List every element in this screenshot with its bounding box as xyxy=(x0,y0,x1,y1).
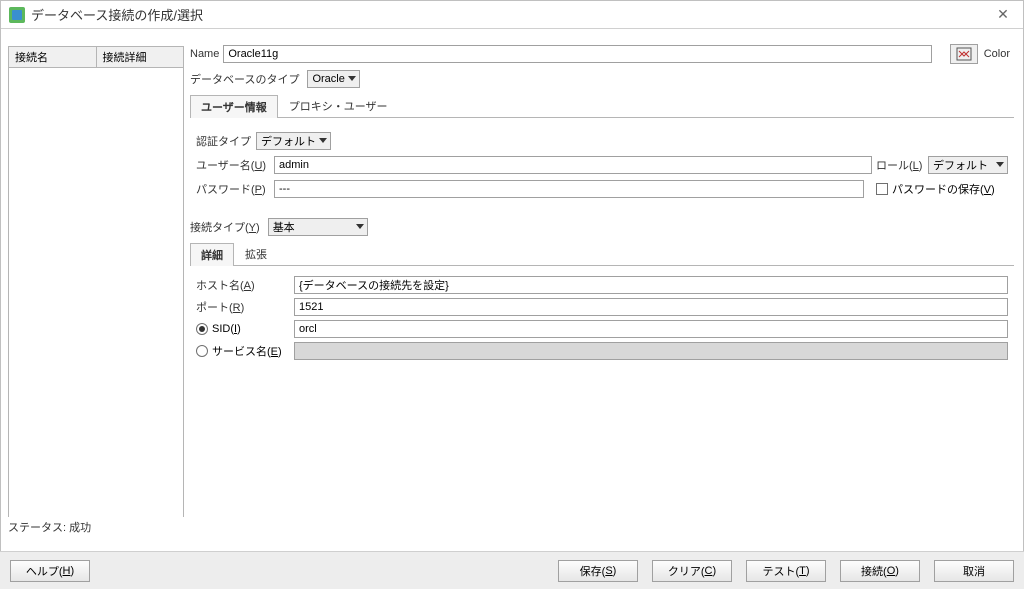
close-icon[interactable]: ✕ xyxy=(991,6,1015,23)
window-title: データベース接続の作成/選択 xyxy=(31,5,991,24)
cancel-button[interactable]: 取消 xyxy=(934,560,1014,582)
chevron-down-icon xyxy=(347,76,357,82)
port-input[interactable] xyxy=(294,298,1008,316)
role-label: ロール(L) xyxy=(876,157,924,173)
conn-type-value: 基本 xyxy=(273,219,297,235)
port-label: ポート(R) xyxy=(196,299,290,315)
dbtype-label: データベースのタイプ xyxy=(190,71,303,87)
auth-row: 認証タイプ デフォルト xyxy=(196,132,1008,150)
save-password-label: パスワードの保存(V) xyxy=(892,181,995,197)
sid-label: SID(I) xyxy=(212,323,241,335)
col-connection-detail[interactable]: 接続詳細 xyxy=(96,47,184,67)
chevron-down-icon xyxy=(995,162,1005,168)
username-label: ユーザー名(U) xyxy=(196,157,270,173)
radio-off-icon xyxy=(196,345,208,357)
name-input[interactable] xyxy=(223,45,931,63)
subtab-detail[interactable]: 詳細 xyxy=(190,243,234,266)
role-value: デフォルト xyxy=(933,157,990,173)
dbtype-select[interactable]: Oracle xyxy=(307,70,359,88)
color-picker-button[interactable] xyxy=(950,44,978,64)
test-button[interactable]: テスト(T) xyxy=(746,560,826,582)
auth-type-label: 認証タイプ xyxy=(196,133,256,149)
tab-proxy-user[interactable]: プロキシ・ユーザー xyxy=(278,94,399,117)
main-tabs: ユーザー情報 プロキシ・ユーザー xyxy=(190,94,1014,118)
sid-radio[interactable]: SID(I) xyxy=(196,323,290,335)
service-label: サービス名(E) xyxy=(212,343,282,359)
conn-type-label: 接続タイプ(Y) xyxy=(190,219,264,235)
chevron-down-icon xyxy=(355,224,365,230)
service-input-disabled xyxy=(294,342,1008,360)
connect-button[interactable]: 接続(O) xyxy=(840,560,920,582)
color-picker-icon xyxy=(956,47,972,61)
clear-button[interactable]: クリア(C) xyxy=(652,560,732,582)
auth-type-select[interactable]: デフォルト xyxy=(256,132,331,150)
user-info-group: 認証タイプ デフォルト ユーザー名(U) ロール(L) デフォルト xyxy=(190,118,1014,204)
password-label: パスワード(P) xyxy=(196,181,270,197)
radio-on-icon xyxy=(196,323,208,335)
save-button[interactable]: 保存(S) xyxy=(558,560,638,582)
title-bar: データベース接続の作成/選択 ✕ xyxy=(1,1,1023,29)
help-button[interactable]: ヘルプ(H) xyxy=(10,560,90,582)
app-icon xyxy=(9,7,25,23)
dbtype-value: Oracle xyxy=(312,73,346,85)
conn-detail-group: ホスト名(A) ポート(R) SID(I) サービス名 xyxy=(190,266,1014,366)
conn-type-select[interactable]: 基本 xyxy=(268,218,368,236)
tab-user-info[interactable]: ユーザー情報 xyxy=(190,95,278,118)
name-row: Name Color xyxy=(190,44,1014,64)
subtab-extended[interactable]: 拡張 xyxy=(234,242,278,265)
color-label: Color xyxy=(984,48,1014,60)
name-label: Name xyxy=(190,48,223,60)
connection-list-body[interactable] xyxy=(9,68,183,519)
button-bar: ヘルプ(H) 保存(S) クリア(C) テスト(T) 接続(O) 取消 xyxy=(0,551,1024,589)
service-radio[interactable]: サービス名(E) xyxy=(196,343,290,359)
sid-input[interactable] xyxy=(294,320,1008,338)
checkbox-icon xyxy=(876,183,888,195)
conn-type-row: 接続タイプ(Y) 基本 xyxy=(190,218,1014,236)
host-input[interactable] xyxy=(294,276,1008,294)
connection-list-panel: 接続名 接続詳細 xyxy=(8,46,184,517)
col-connection-name[interactable]: 接続名 xyxy=(9,47,96,67)
dialog-body: 接続名 接続詳細 ステータス: 成功 Name Color データベースのタイプ… xyxy=(0,28,1024,549)
auth-type-value: デフォルト xyxy=(261,133,318,149)
dbtype-row: データベースのタイプ Oracle xyxy=(190,70,1014,88)
form-panel: Name Color データベースのタイプ Oracle ユーザー情報 プロキシ… xyxy=(190,44,1014,535)
status-text: ステータス: 成功 xyxy=(8,519,91,535)
chevron-down-icon xyxy=(318,138,328,144)
role-select[interactable]: デフォルト xyxy=(928,156,1008,174)
username-input[interactable] xyxy=(274,156,872,174)
password-input[interactable] xyxy=(274,180,864,198)
host-label: ホスト名(A) xyxy=(196,277,290,293)
conn-subtabs: 詳細 拡張 xyxy=(190,242,1014,266)
connection-list-header: 接続名 接続詳細 xyxy=(9,47,183,68)
save-password-checkbox[interactable]: パスワードの保存(V) xyxy=(876,181,1008,197)
